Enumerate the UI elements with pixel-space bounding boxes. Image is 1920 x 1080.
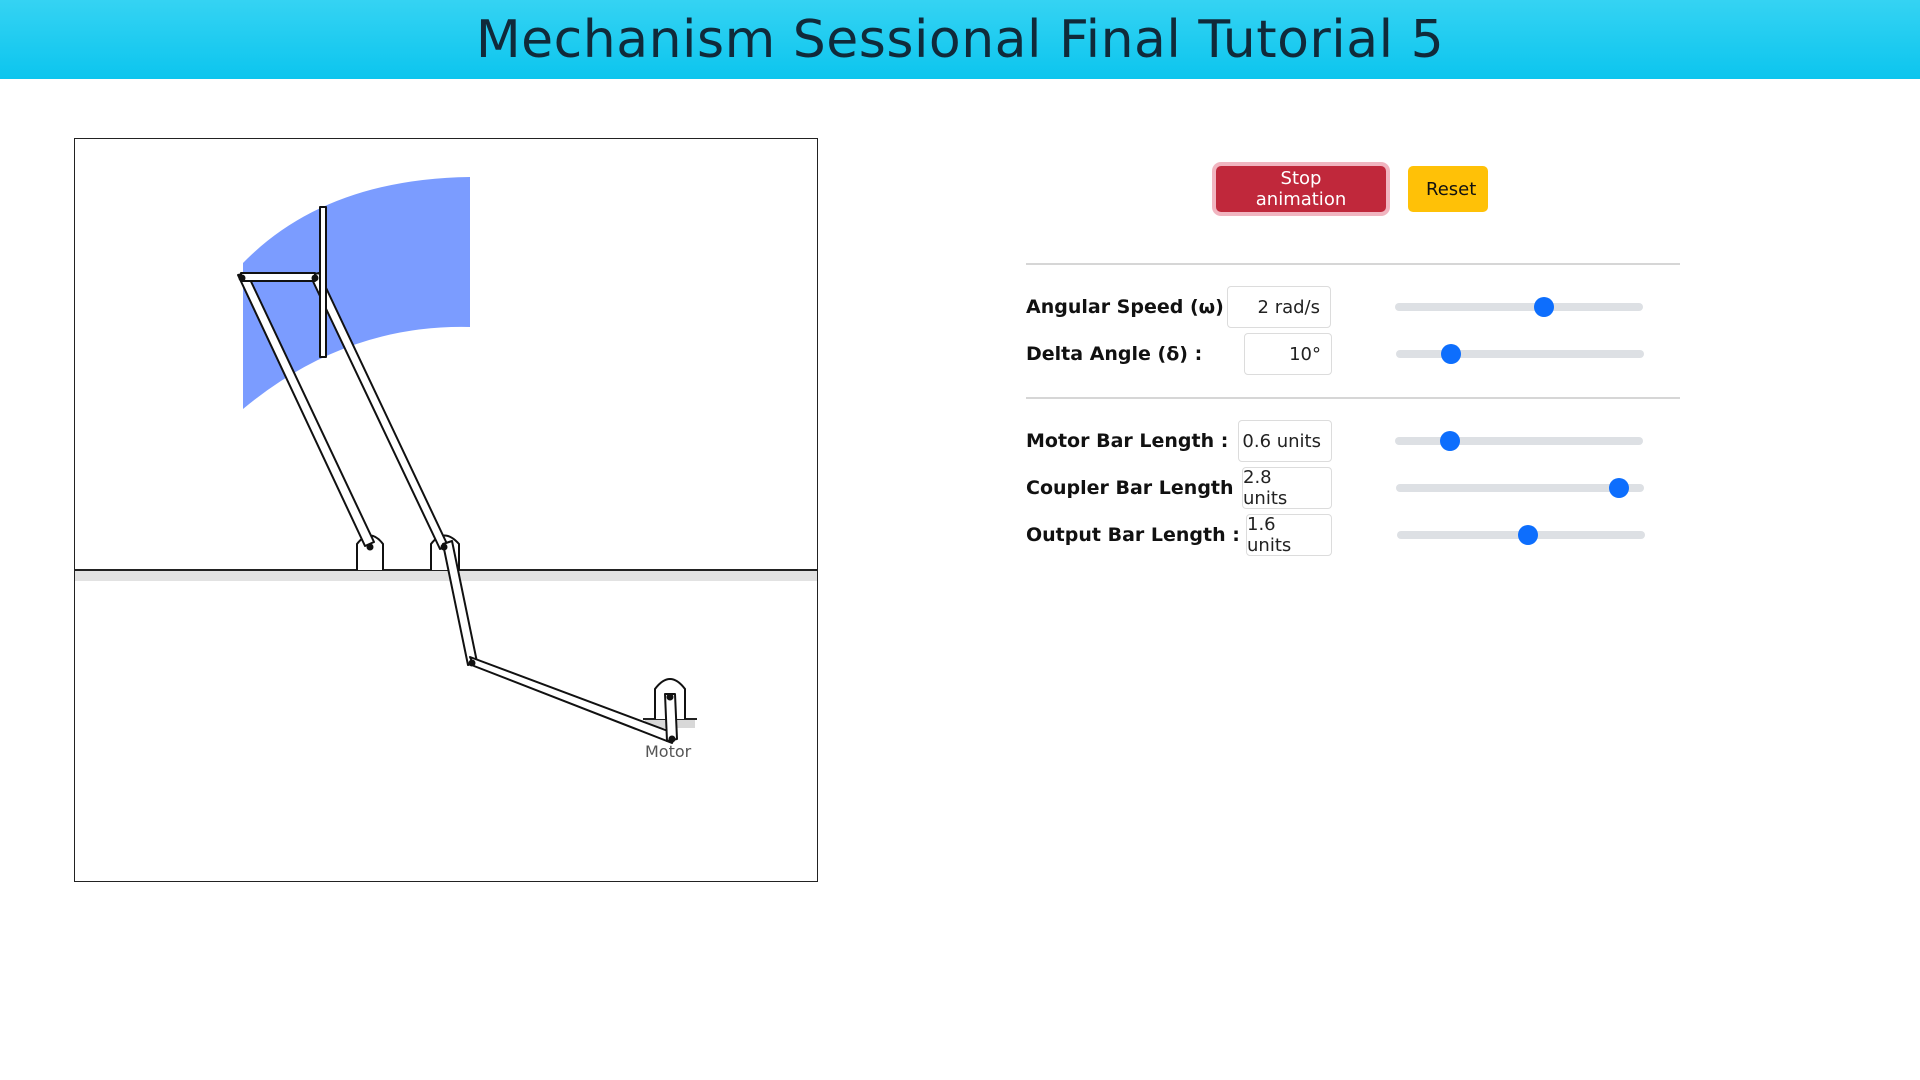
delta-angle-row: Delta Angle (δ) : 10°: [1026, 333, 1680, 375]
ground-shadow: [75, 571, 817, 581]
mechanism-canvas: Motor: [74, 138, 818, 882]
coupler-bar-length-slider-thumb[interactable]: [1609, 478, 1630, 498]
output-bar-length-label: Output Bar Length :: [1026, 524, 1240, 546]
motor-label: Motor: [645, 742, 692, 761]
coupler-bar-top: [240, 272, 316, 282]
coupler-vertical-bar: [319, 206, 327, 358]
delta-angle-label: Delta Angle (δ) :: [1026, 343, 1203, 365]
page-title: Mechanism Sessional Final Tutorial 5: [475, 9, 1445, 70]
stop-animation-button[interactable]: Stop animation: [1216, 166, 1386, 212]
angular-speed-label: Angular Speed (ω) :: [1026, 296, 1239, 318]
motor-bar-length-slider[interactable]: [1395, 431, 1643, 451]
motor-bar-length-row: Motor Bar Length : 0.6 units: [1026, 420, 1680, 462]
coupler-bar-length-slider[interactable]: [1396, 478, 1644, 498]
reset-button[interactable]: Reset: [1408, 166, 1488, 212]
angular-speed-value[interactable]: 2 rad/s: [1227, 286, 1331, 328]
delta-angle-value[interactable]: 10°: [1244, 333, 1332, 375]
motor-bar: [664, 693, 678, 742]
delta-angle-slider-thumb[interactable]: [1440, 344, 1461, 364]
motor-bar-length-label: Motor Bar Length :: [1026, 430, 1229, 452]
divider-top: [1026, 263, 1680, 265]
header-bar: Mechanism Sessional Final Tutorial 5: [0, 0, 1920, 79]
button-row: Stop animation Reset: [1216, 166, 1488, 212]
angular-speed-slider-thumb[interactable]: [1533, 297, 1554, 317]
output-bar-length-slider-thumb[interactable]: [1518, 525, 1539, 545]
crank-link: [469, 656, 677, 744]
delta-angle-slider[interactable]: [1396, 344, 1644, 364]
divider-middle: [1026, 397, 1680, 399]
angular-speed-row: Angular Speed (ω) : 2 rad/s: [1026, 286, 1680, 328]
motor-bar-length-slider-thumb[interactable]: [1439, 431, 1460, 451]
coupler-bar-length-value[interactable]: 2.8 units: [1242, 467, 1332, 509]
output-bar-length-slider[interactable]: [1397, 525, 1645, 545]
output-bar-length-value[interactable]: 1.6 units: [1246, 514, 1332, 556]
coupler-bar-length-label: Coupler Bar Length :: [1026, 477, 1248, 499]
output-bar-length-row: Output Bar Length : 1.6 units: [1026, 514, 1680, 556]
angular-speed-slider[interactable]: [1395, 297, 1643, 317]
mechanism-svg: Motor: [75, 177, 817, 761]
motor-bar-length-value[interactable]: 0.6 units: [1238, 420, 1332, 462]
coupler-bar-length-row: Coupler Bar Length : 2.8 units: [1026, 467, 1680, 509]
